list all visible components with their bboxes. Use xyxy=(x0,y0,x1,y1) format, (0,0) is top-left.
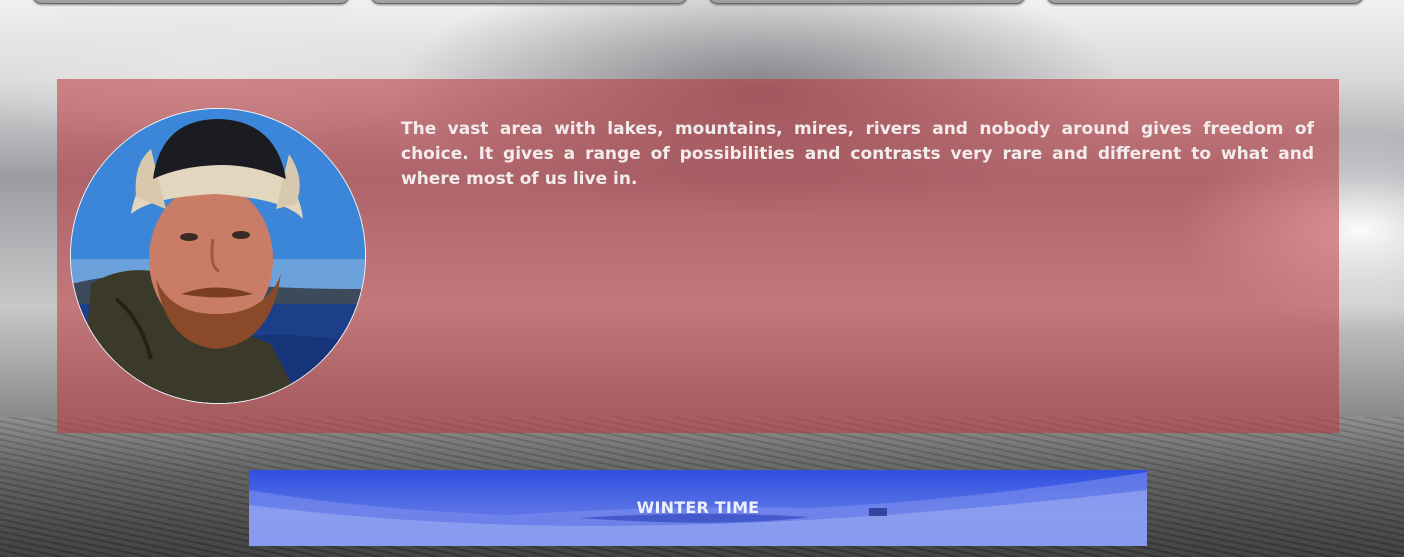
intro-panel: The vast area with lakes, mountains, mir… xyxy=(57,79,1339,433)
page-background: The vast area with lakes, mountains, mir… xyxy=(0,0,1404,557)
top-navigation xyxy=(32,0,1364,4)
nav-button-2[interactable] xyxy=(370,0,688,4)
winter-time-label: WINTER TIME xyxy=(636,498,760,517)
avatar-portrait-image xyxy=(71,109,365,403)
winter-time-button[interactable]: WINTER TIME xyxy=(249,470,1147,546)
nav-button-3[interactable] xyxy=(708,0,1026,4)
nav-button-4[interactable] xyxy=(1046,0,1364,4)
avatar xyxy=(70,108,366,404)
nav-button-1[interactable] xyxy=(32,0,350,4)
intro-paragraph: The vast area with lakes, mountains, mir… xyxy=(401,119,1314,189)
